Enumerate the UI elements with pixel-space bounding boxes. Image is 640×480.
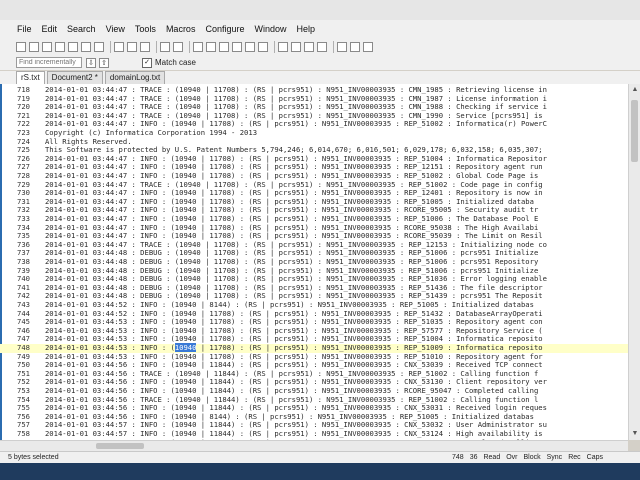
close-icon[interactable] [68,41,78,52]
toolbar-separator [189,40,190,53]
match-case-label: Match case [155,58,196,67]
new-file-icon[interactable] [16,41,26,52]
taskbar [0,463,640,480]
horizontal-scroll-thumb[interactable] [96,443,144,449]
cut-icon[interactable] [114,41,124,52]
vertical-scroll-thumb[interactable] [631,100,638,162]
document-tabs: rS.txt Document2 * domainLog.txt [0,71,640,84]
record-macro-icon[interactable] [232,41,242,52]
menu-bar: File Edit Search View Tools Macros Configure Wi… [0,20,640,39]
menu-file[interactable]: File [12,20,37,38]
print-icon[interactable] [81,41,91,52]
save-icon[interactable] [42,41,52,52]
undo-icon[interactable] [160,41,170,52]
toolbar-separator [333,40,334,53]
spell-icon[interactable] [258,41,268,52]
browser-icon[interactable] [278,41,288,52]
toolbar-separator [110,40,111,53]
selected-text[interactable]: 10940 [174,343,197,352]
play-macro-icon[interactable] [245,41,255,52]
text-editor[interactable]: 718 2014-01-01 03:44:47 : TRACE : (10940… [0,84,628,440]
checkbox-check-icon: ✓ [142,57,152,68]
menu-edit[interactable]: Edit [37,20,63,38]
tab-domainlog-txt[interactable]: domainLog.txt [104,71,166,84]
find-icon[interactable] [193,41,203,52]
save-all-icon[interactable] [55,41,65,52]
menu-window[interactable]: Window [249,20,291,38]
open-file-icon[interactable] [29,41,39,52]
menu-tools[interactable]: Tools [130,20,161,38]
window-titlebar [0,0,640,20]
goto-icon[interactable] [219,41,229,52]
tab-document2[interactable]: Document2 * [46,71,103,84]
incremental-search-bar: ⇩ ⇧ ✓ Match case [0,55,640,70]
horizontal-scrollbar[interactable] [0,440,628,451]
menu-macros[interactable]: Macros [161,20,201,38]
options-icon[interactable] [317,41,327,52]
scroll-up-icon[interactable]: ▲ [629,84,640,96]
scroll-down-icon[interactable]: ▼ [629,428,640,440]
match-case-checkbox[interactable]: ✓ Match case [142,57,196,68]
find-incrementally-input[interactable] [16,57,82,68]
toolbar-separator [274,40,275,53]
menu-view[interactable]: View [101,20,130,38]
paste-icon[interactable] [140,41,150,52]
find-previous-icon[interactable]: ⇧ [99,57,109,68]
copy-icon[interactable] [127,41,137,52]
tools-icon[interactable] [363,41,373,52]
settings-icon[interactable] [291,41,301,52]
replace-icon[interactable] [206,41,216,52]
find-next-icon[interactable]: ⇩ [86,57,96,68]
tab-rs-txt[interactable]: rS.txt [16,71,45,84]
menu-help[interactable]: Help [292,20,321,38]
print-preview-icon[interactable] [94,41,104,52]
menu-search[interactable]: Search [62,20,101,38]
redo-icon[interactable] [173,41,183,52]
record-icon[interactable] [337,41,347,52]
stop-icon[interactable] [350,41,360,52]
toolbar [0,38,640,55]
toolbar-separator [156,40,157,53]
zoom-icon[interactable] [304,41,314,52]
menu-configure[interactable]: Configure [200,20,249,38]
vertical-scrollbar[interactable]: ▲ ▼ [628,84,640,440]
